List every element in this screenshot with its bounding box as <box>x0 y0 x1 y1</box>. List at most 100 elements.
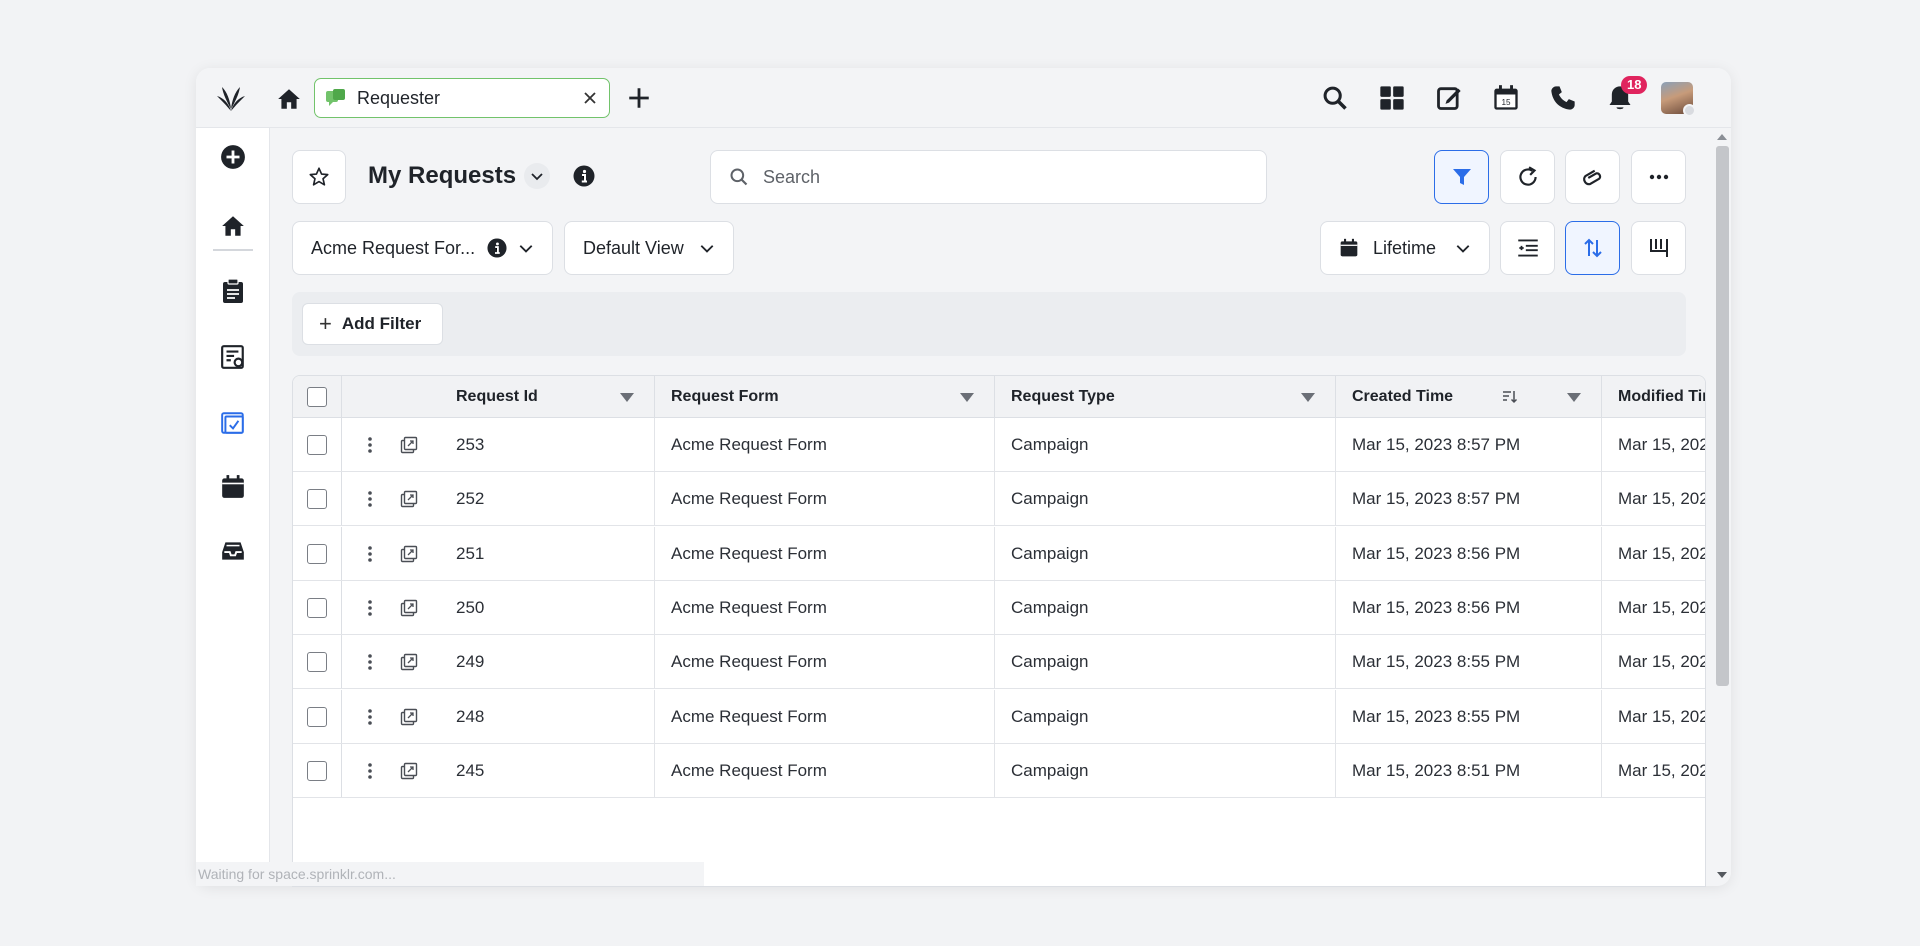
columns-button[interactable] <box>1631 221 1686 275</box>
open-preview-icon[interactable] <box>400 599 418 617</box>
more-options-button[interactable] <box>1631 150 1686 204</box>
grid-icon <box>1379 86 1404 110</box>
cell-created-time: Mar 15, 2023 8:55 PM <box>1336 635 1602 690</box>
search-bar[interactable] <box>710 150 1267 204</box>
column-divider <box>341 472 342 526</box>
view-dropdown[interactable]: Default View <box>564 221 734 275</box>
info-icon[interactable] <box>487 238 507 258</box>
kebab-menu-icon[interactable] <box>360 598 380 618</box>
global-search-button[interactable] <box>1306 78 1363 118</box>
scroll-thumb[interactable] <box>1716 146 1729 686</box>
table-row[interactable]: 253 Acme Request Form Campaign Mar 15, 2023… <box>293 418 1705 472</box>
launchpad-button[interactable] <box>1363 78 1420 118</box>
add-filter-button[interactable]: + Add Filter <box>302 303 443 345</box>
cell-request-type: Campaign <box>995 472 1336 527</box>
open-preview-icon[interactable] <box>400 708 418 726</box>
user-menu-button[interactable] <box>1648 78 1705 118</box>
column-header-modified-time[interactable]: Modified Tin <box>1602 376 1705 418</box>
refresh-icon <box>1518 166 1537 186</box>
tab-requester[interactable]: Requester <box>314 78 610 118</box>
page-title: My Requests <box>368 162 517 189</box>
table-row[interactable]: 251 Acme Request Form Campaign Mar 15, 2023… <box>293 526 1705 581</box>
open-preview-icon[interactable] <box>400 436 418 454</box>
table-row[interactable]: 245 Acme Request Form Campaign Mar 15, 2023… <box>293 743 1705 798</box>
column-menu-icon[interactable] <box>960 393 974 402</box>
kebab-menu-icon[interactable] <box>360 761 380 781</box>
calendar-icon <box>222 475 244 498</box>
new-tab-plus-icon[interactable] <box>626 85 652 111</box>
sprinklr-logo-icon[interactable] <box>214 84 248 114</box>
vertical-scrollbar[interactable] <box>1713 128 1731 886</box>
density-button[interactable] <box>1500 221 1555 275</box>
star-icon <box>309 167 329 186</box>
cell-created-time: Mar 15, 2023 8:57 PM <box>1336 418 1602 472</box>
table-row[interactable]: 252 Acme Request Form Campaign Mar 15, 2023… <box>293 472 1705 527</box>
kebab-menu-icon[interactable] <box>360 489 380 509</box>
column-menu-icon[interactable] <box>1301 393 1315 402</box>
row-checkbox[interactable] <box>307 597 327 618</box>
attachment-button[interactable] <box>1565 150 1620 204</box>
row-checkbox[interactable] <box>307 706 327 727</box>
table-row[interactable]: 249 Acme Request Form Campaign Mar 15, 2023… <box>293 635 1705 690</box>
create-button[interactable] <box>218 142 248 172</box>
open-preview-icon[interactable] <box>400 762 418 780</box>
column-divider <box>341 580 342 634</box>
row-select-cell <box>293 418 342 472</box>
column-header-created-time[interactable]: Created Time <box>1336 376 1602 418</box>
search-input[interactable] <box>763 166 1243 188</box>
table-header: Request Id Request Form Request Type Cre… <box>293 376 1705 418</box>
info-icon[interactable] <box>573 165 595 187</box>
column-menu-icon[interactable] <box>1567 393 1581 402</box>
table-row[interactable]: 248 Acme Request Form Campaign Mar 15, 2023… <box>293 689 1706 744</box>
clipboard-icon <box>223 278 243 303</box>
kebab-menu-icon[interactable] <box>360 652 380 672</box>
rail-item-home[interactable] <box>218 211 248 241</box>
notifications-button[interactable]: 18 <box>1591 76 1648 118</box>
rail-item-calendar[interactable] <box>218 472 248 502</box>
date-range-dropdown[interactable]: Lifetime <box>1320 221 1490 275</box>
request-form-dropdown[interactable]: Acme Request For... <box>292 221 553 275</box>
phone-button[interactable] <box>1534 78 1591 118</box>
row-checkbox[interactable] <box>307 489 327 510</box>
scroll-down-arrow[interactable] <box>1717 872 1727 878</box>
cell-request-id: 251 <box>456 526 655 581</box>
select-all-cell <box>293 376 342 418</box>
view-switcher-dropdown[interactable] <box>524 163 550 189</box>
open-preview-icon[interactable] <box>400 490 418 508</box>
compose-button[interactable] <box>1420 78 1477 118</box>
sort-descending-icon[interactable] <box>1502 390 1518 404</box>
list-spacing-icon <box>1517 239 1538 257</box>
cell-request-type: Campaign <box>995 635 1336 690</box>
kebab-menu-icon[interactable] <box>360 544 380 564</box>
column-header-request-form[interactable]: Request Form <box>655 376 995 418</box>
cell-request-form: Acme Request Form <box>655 526 995 581</box>
rail-item-tasks[interactable] <box>218 276 248 306</box>
close-icon[interactable] <box>581 89 599 107</box>
calendar-button[interactable]: 15 <box>1477 78 1534 118</box>
filter-toggle-button[interactable] <box>1434 150 1489 204</box>
scroll-up-arrow[interactable] <box>1717 134 1727 140</box>
kebab-menu-icon[interactable] <box>360 707 380 727</box>
sort-button[interactable] <box>1565 221 1620 275</box>
table-row[interactable]: 250 Acme Request Form Campaign Mar 15, 2023… <box>293 580 1705 635</box>
favorite-button[interactable] <box>292 150 346 204</box>
row-checkbox[interactable] <box>307 435 327 455</box>
row-checkbox[interactable] <box>307 652 327 673</box>
home-icon[interactable] <box>276 86 302 112</box>
row-actions <box>342 635 456 689</box>
column-header-request-id[interactable]: Request Id <box>342 376 655 418</box>
rail-item-requests[interactable] <box>218 408 248 438</box>
open-preview-icon[interactable] <box>400 653 418 671</box>
select-all-checkbox[interactable] <box>307 387 327 407</box>
kebab-menu-icon[interactable] <box>360 435 380 455</box>
cell-modified-time: Mar 15, 202 <box>1618 706 1706 726</box>
rail-item-reports[interactable] <box>218 342 248 372</box>
column-header-request-type[interactable]: Request Type <box>995 376 1336 418</box>
row-select-cell <box>293 635 342 690</box>
row-checkbox[interactable] <box>307 543 327 564</box>
rail-item-inbox[interactable] <box>218 536 248 566</box>
refresh-button[interactable] <box>1500 150 1555 204</box>
row-checkbox[interactable] <box>307 760 327 781</box>
open-preview-icon[interactable] <box>400 545 418 563</box>
column-menu-icon[interactable] <box>620 393 634 402</box>
